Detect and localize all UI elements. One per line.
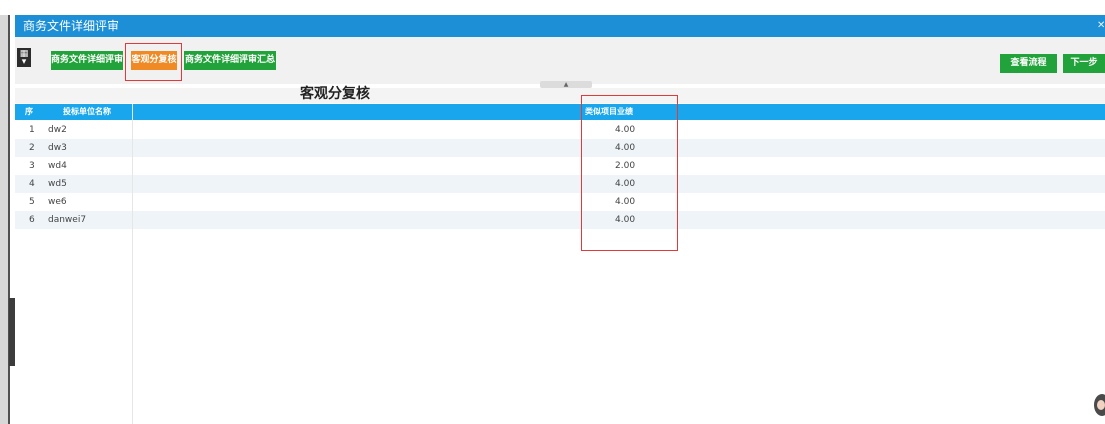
top-gap xyxy=(0,0,1105,15)
table-row[interactable]: 6 danwei7 4.00 xyxy=(15,211,1105,229)
row-index: 1 xyxy=(29,125,35,135)
view-flow-label: 查看流程 xyxy=(1010,58,1047,68)
next-step-button[interactable]: 下一步 xyxy=(1063,54,1105,73)
row-score: 4.00 xyxy=(615,143,636,153)
table-row[interactable]: 3 wd4 2.00 xyxy=(15,157,1105,175)
grid-icon: ▦ ▾ xyxy=(19,49,29,67)
row-index: 6 xyxy=(29,215,35,225)
row-index: 5 xyxy=(29,197,35,207)
side-collapse-tab[interactable] xyxy=(9,298,15,366)
row-name: danwei7 xyxy=(48,215,87,225)
assistant-avatar[interactable] xyxy=(1094,394,1105,416)
row-name: dw2 xyxy=(48,125,67,135)
row-score: 4.00 xyxy=(615,215,636,225)
row-score: 4.00 xyxy=(615,197,636,207)
row-name: dw3 xyxy=(48,143,67,153)
column-header-index: 序 xyxy=(25,107,33,116)
row-index: 2 xyxy=(29,143,35,153)
column-header-score: 类似项目业绩 xyxy=(585,107,633,116)
section-title: 客观分复核 xyxy=(300,86,370,102)
tab-business-review[interactable]: 商务文件详细评审 xyxy=(51,51,123,70)
row-score: 4.00 xyxy=(615,125,636,135)
column-separator xyxy=(132,104,133,424)
avatar-face-icon xyxy=(1097,400,1105,410)
tab-label: 商务文件详细评审 xyxy=(51,55,124,65)
row-index: 3 xyxy=(29,161,35,171)
view-flow-button[interactable]: 查看流程 xyxy=(1000,54,1057,73)
tab-objective-recheck[interactable]: 客观分复核 xyxy=(131,51,177,70)
tab-label: 客观分复核 xyxy=(131,55,177,65)
row-score: 4.00 xyxy=(615,179,636,189)
table-row[interactable]: 1 dw2 4.00 xyxy=(15,121,1105,139)
toolbar xyxy=(15,37,1105,84)
next-step-label: 下一步 xyxy=(1070,58,1098,68)
row-name: wd4 xyxy=(48,161,67,171)
row-index: 4 xyxy=(29,179,35,189)
table-row[interactable]: 4 wd5 4.00 xyxy=(15,175,1105,193)
table-header: 序 投标单位名称 类似项目业绩 xyxy=(15,104,1105,120)
table-row[interactable]: 5 we6 4.00 xyxy=(15,193,1105,211)
tab-review-summary[interactable]: 商务文件详细评审汇总 xyxy=(184,51,276,70)
row-score: 2.00 xyxy=(615,161,636,171)
column-header-name: 投标单位名称 xyxy=(63,107,111,116)
close-icon[interactable]: ✕ xyxy=(1097,15,1105,37)
window-title: 商务文件详细评审 xyxy=(23,19,120,33)
row-name: we6 xyxy=(48,197,67,207)
window-titlebar: 商务文件详细评审 ✕ xyxy=(15,15,1105,37)
table-row[interactable]: 2 dw3 4.00 xyxy=(15,139,1105,157)
row-name: wd5 xyxy=(48,179,67,189)
tab-label: 商务文件详细评审汇总 xyxy=(184,55,275,65)
menu-grid-button[interactable]: ▦ ▾ xyxy=(17,48,31,67)
